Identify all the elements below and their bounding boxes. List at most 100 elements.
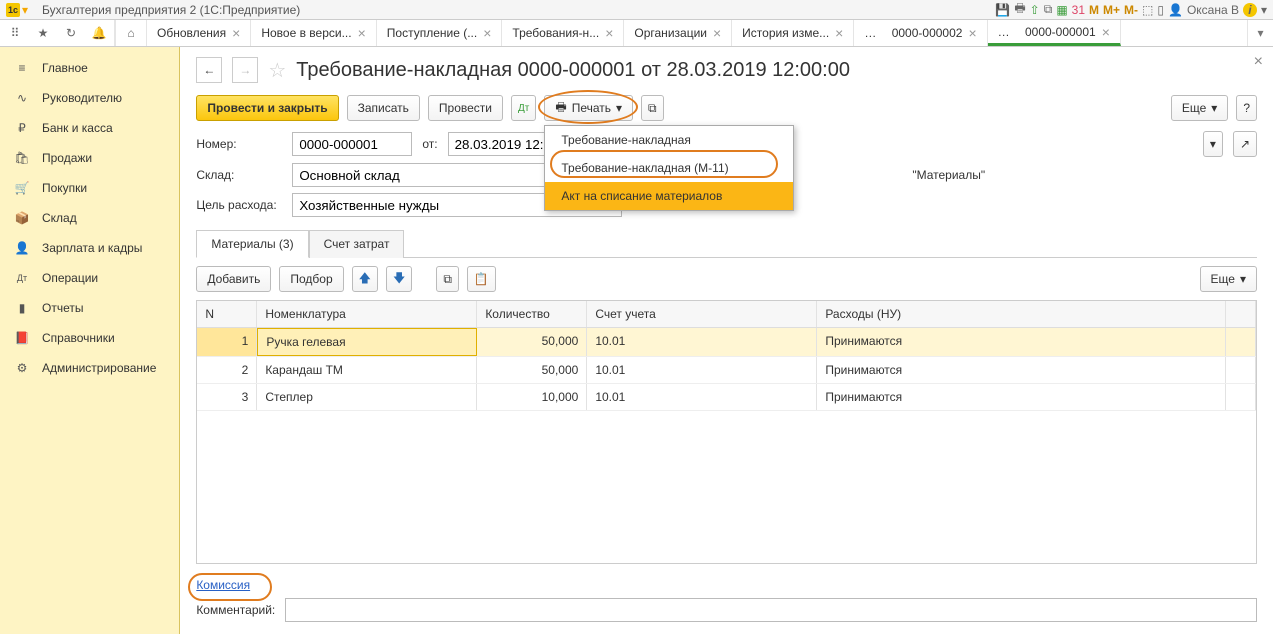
col-account[interactable]: Счет учета (587, 301, 817, 327)
print-button[interactable]: 🖶 Печать ▾ (544, 95, 633, 121)
print-menu-item-2[interactable]: Требование-накладная (М-11) (545, 154, 793, 182)
compare-icon[interactable]: ⧉ (1044, 2, 1053, 17)
structure-button[interactable]: ⧉ (641, 95, 664, 121)
forward-button[interactable]: → (232, 57, 258, 83)
tab-receipt[interactable]: Поступление (...× (377, 20, 503, 46)
dtkt-button[interactable]: Дт (511, 95, 536, 121)
table-row[interactable]: 2 Карандаш ТМ 50,000 10.01 Принимаются (197, 357, 1256, 384)
close-form-icon[interactable]: × (1254, 53, 1263, 71)
close-icon[interactable]: × (713, 25, 721, 41)
sidebar-item-bank[interactable]: ₽Банк и касса (0, 113, 179, 143)
copy-button[interactable]: ⧉ (436, 266, 459, 292)
tab-cost-account[interactable]: Счет затрат (309, 230, 405, 258)
save-button[interactable]: Записать (347, 95, 420, 121)
print-dropdown: Требование-накладная Требование-накладна… (544, 125, 794, 211)
bars-icon: ▮ (14, 301, 30, 315)
arrow-down-icon: 🡇 (393, 269, 405, 290)
person-icon: 👤 (14, 241, 30, 255)
tab-doc1[interactable]: … 0000-000001× (988, 20, 1121, 46)
dtkt-icon: Дт (14, 273, 30, 283)
col-n[interactable]: N (197, 301, 257, 327)
move-down-button[interactable]: 🡇 (386, 266, 412, 292)
table-row[interactable]: 3 Степлер 10,000 10.01 Принимаются (197, 384, 1256, 411)
window-icon[interactable]: ⬚ (1142, 3, 1153, 17)
back-button[interactable]: ← (196, 57, 222, 83)
table-row[interactable]: 1 Ручка гелевая 50,000 10.01 Принимаются (197, 328, 1256, 357)
calendar-icon[interactable]: 31 (1072, 3, 1085, 17)
favorite-star-icon[interactable]: ☆ (268, 58, 286, 83)
tab-updates[interactable]: Обновления× (147, 20, 251, 46)
print-menu-item-3[interactable]: Акт на списание материалов (545, 182, 793, 210)
more-button[interactable]: Еще ▾ (1171, 95, 1228, 121)
dropdown-icon[interactable]: ▾ (22, 3, 36, 17)
dtkt-icon: Дт (518, 103, 529, 114)
sidebar-item-sales[interactable]: 🛍Продажи (0, 143, 179, 173)
copy-icon: ⧉ (443, 272, 452, 287)
history-icon[interactable]: ↻ (60, 22, 82, 44)
number-input[interactable] (292, 132, 412, 156)
close-icon[interactable]: × (605, 25, 613, 41)
tab-org[interactable]: Организации× (624, 20, 732, 46)
print-menu-item-1[interactable]: Требование-накладная (545, 126, 793, 154)
sidebar-item-operations[interactable]: ДтОперации (0, 263, 179, 293)
sidebar: ≡Главное ∿Руководителю ₽Банк и касса 🛍Пр… (0, 47, 180, 634)
close-icon[interactable]: × (968, 25, 976, 41)
chevron-down-icon: ▾ (1211, 101, 1217, 115)
calc-icon[interactable]: ▦ (1056, 3, 1067, 17)
star-icon[interactable]: ★ (32, 22, 54, 44)
sidebar-item-warehouse[interactable]: 📦Склад (0, 203, 179, 233)
dropdown2-icon[interactable]: ▾ (1261, 3, 1267, 17)
chart-icon: ∿ (14, 91, 30, 105)
open-ref-button[interactable]: ▾ (1203, 131, 1223, 157)
tab-doc2[interactable]: … 0000-000002× (854, 20, 987, 46)
panel-icon[interactable]: ▯ (1157, 3, 1164, 17)
col-spacer (1226, 301, 1256, 327)
tab-history[interactable]: История изме...× (732, 20, 854, 46)
close-icon[interactable]: × (358, 25, 366, 41)
m-button[interactable]: M (1089, 3, 1099, 17)
help-button[interactable]: ? (1236, 95, 1257, 121)
tab-materials[interactable]: Материалы (3) (196, 230, 308, 258)
sidebar-item-main[interactable]: ≡Главное (0, 53, 179, 83)
print-icon[interactable]: 🖶 (1014, 0, 1025, 20)
tab-demand[interactable]: Требования-н...× (502, 20, 624, 46)
move-up-button[interactable]: 🡅 (352, 266, 378, 292)
sidebar-item-reports[interactable]: ▮Отчеты (0, 293, 179, 323)
upload-icon[interactable]: ⇧ (1030, 3, 1040, 17)
sidebar-item-manager[interactable]: ∿Руководителю (0, 83, 179, 113)
col-expenses[interactable]: Расходы (НУ) (817, 301, 1226, 327)
home-icon[interactable]: ⌂ (120, 22, 142, 44)
apps-icon[interactable]: ⠿ (4, 22, 26, 44)
sidebar-item-catalogs[interactable]: 📕Справочники (0, 323, 179, 353)
grid-toolbar: Добавить Подбор 🡅 🡇 ⧉ 📋 Еще ▾ (196, 258, 1257, 300)
open-new-button[interactable]: ↗ (1233, 131, 1257, 157)
m-minus-button[interactable]: M- (1124, 3, 1138, 17)
comment-label: Комментарий: (196, 603, 275, 617)
close-icon[interactable]: × (483, 25, 491, 41)
paste-button[interactable]: 📋 (467, 266, 496, 292)
bell-icon[interactable]: 🔔 (88, 22, 110, 44)
book-icon: 📕 (14, 331, 30, 345)
sidebar-item-admin[interactable]: ⚙Администрирование (0, 353, 179, 383)
comment-input[interactable] (285, 598, 1257, 622)
date-label: от: (422, 137, 437, 151)
post-and-close-button[interactable]: Провести и закрыть (196, 95, 338, 121)
save-icon[interactable]: 💾 (995, 3, 1010, 17)
col-quantity[interactable]: Количество (477, 301, 587, 327)
grid-more-button[interactable]: Еще ▾ (1200, 266, 1257, 292)
col-nomenclature[interactable]: Номенклатура (257, 301, 477, 327)
pick-button[interactable]: Подбор (279, 266, 343, 292)
post-button[interactable]: Провести (428, 95, 503, 121)
add-row-button[interactable]: Добавить (196, 266, 271, 292)
sidebar-item-hr[interactable]: 👤Зарплата и кадры (0, 233, 179, 263)
commission-link[interactable]: Комиссия (196, 578, 250, 592)
tabs-more-icon[interactable]: ▾ (1247, 20, 1273, 46)
main-form: × ← → ☆ Требование-накладная 0000-000001… (180, 47, 1273, 634)
tab-new[interactable]: Новое в верси...× (251, 20, 376, 46)
close-icon[interactable]: × (1102, 24, 1110, 40)
info-icon[interactable]: i (1243, 3, 1257, 17)
m-plus-button[interactable]: M+ (1103, 3, 1120, 17)
close-icon[interactable]: × (232, 25, 240, 41)
close-icon[interactable]: × (835, 25, 843, 41)
sidebar-item-purchases[interactable]: 🛒Покупки (0, 173, 179, 203)
